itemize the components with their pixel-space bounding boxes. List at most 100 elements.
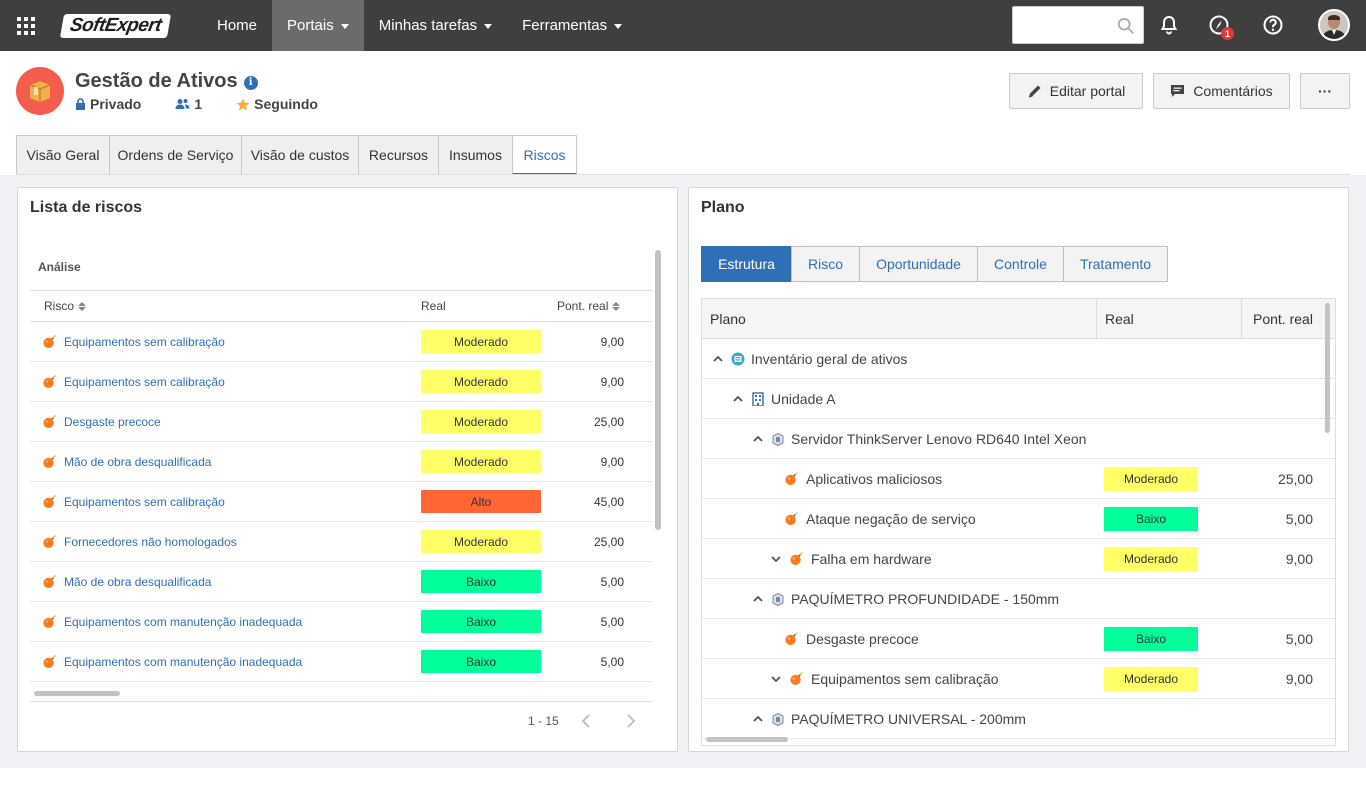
risk-list-title: Lista de riscos [30,199,143,216]
chevron-down-icon[interactable] [770,553,782,565]
nav-home[interactable]: Home [202,0,272,51]
segment-controle[interactable]: Controle [977,246,1064,282]
risk-table-row[interactable]: Equipamentos com manutenção inadequada B… [30,602,652,642]
softexpert-logo[interactable]: SoftExpert [59,12,188,40]
apps-menu-button[interactable] [0,0,52,51]
risk-table-row[interactable]: Equipamentos com manutenção inadequada B… [30,642,652,682]
plan-tree-row[interactable]: PAQUÍMETRO UNIVERSAL - 200mm [702,699,1335,739]
risk-bomb-icon [43,415,57,429]
risk-link[interactable]: Desgaste precoce [64,415,161,429]
chevron-up-icon[interactable] [752,713,764,725]
chevron-up-icon[interactable] [732,393,744,405]
plan-label-cell: Aplicativos maliciosos [784,459,942,498]
tab-label: Visão de custos [250,147,350,163]
plan-tree-row[interactable]: Servidor ThinkServer Lenovo RD640 Intel … [702,419,1335,459]
plan-row-label[interactable]: Falha em hardware [811,551,932,567]
column-plano: Plano [710,299,746,338]
following-indicator[interactable]: Seguindo [236,96,318,112]
chevron-up-icon[interactable] [752,593,764,605]
help-icon[interactable] [1260,12,1286,38]
plan-row-label[interactable]: Aplicativos maliciosos [806,471,942,487]
plan-tree-row[interactable]: Unidade A [702,379,1335,419]
risk-table-row[interactable]: Equipamentos sem calibração Moderado 9,0… [30,322,652,362]
plan-tree-row[interactable]: PAQUÍMETRO PROFUNDIDADE - 150mm [702,579,1335,619]
risk-table-row[interactable]: Desgaste precoce Moderado 25,00 [30,402,652,442]
plan-label-cell: Servidor ThinkServer Lenovo RD640 Intel … [752,419,1086,458]
next-page-icon[interactable] [625,714,637,728]
risk-level-badge: Moderado [421,450,541,473]
risk-link[interactable]: Equipamentos com manutenção inadequada [64,655,302,669]
segment-risco[interactable]: Risco [791,246,860,282]
tab-recursos[interactable]: Recursos [358,135,439,174]
plan-row-label[interactable]: Equipamentos sem calibração [811,671,999,687]
nav-portais[interactable]: Portais [272,0,364,51]
plan-tree-row[interactable]: Ataque negação de serviço Baixo 5,00 [702,499,1335,539]
segment-tratamento[interactable]: Tratamento [1063,246,1168,282]
segment-estrutura[interactable]: Estrutura [701,246,792,282]
risk-list-panel: Lista de riscos Análise Risco Real Pont.… [17,187,678,752]
plan-tree-row[interactable]: Aplicativos maliciosos Moderado 25,00 [702,459,1335,499]
column-risco[interactable]: Risco [44,291,87,321]
plan-tree-row[interactable]: Desgaste precoce Baixo 5,00 [702,619,1335,659]
plan-vscroll-thumb[interactable] [1325,303,1330,433]
plan-row-label[interactable]: PAQUÍMETRO PROFUNDIDADE - 150mm [791,591,1059,607]
risk-table-vscrollbar[interactable] [655,250,661,530]
plan-row-label[interactable]: Ataque negação de serviço [806,511,976,527]
risk-table-hscroll-thumb[interactable] [34,691,120,696]
risk-link[interactable]: Equipamentos com manutenção inadequada [64,615,302,629]
plan-row-label[interactable]: Inventário geral de ativos [751,351,907,367]
nav-minhas-tarefas[interactable]: Minhas tarefas [364,0,507,51]
chevron-up-icon[interactable] [712,353,724,365]
risk-link[interactable]: Fornecedores não homologados [64,535,237,549]
search-icon[interactable] [1117,17,1135,35]
notifications-bell-icon[interactable] [1156,12,1182,38]
tab-visao-geral[interactable]: Visão Geral [16,135,110,174]
plan-label-cell: Inventário geral de ativos [712,339,907,378]
risk-table-row[interactable]: Equipamentos sem calibração Moderado 9,0… [30,362,652,402]
risk-link[interactable]: Equipamentos sem calibração [64,375,225,389]
analysis-section-label: Análise [38,260,81,274]
comments-button[interactable]: Comentários [1153,73,1290,109]
more-options-button[interactable]: ··· [1300,73,1350,109]
risk-table-row[interactable]: Equipamentos sem calibração Alto 45,00 [30,482,652,522]
plan-vscrollbar[interactable] [1325,303,1331,433]
risk-table-row[interactable]: Mão de obra desqualificada Baixo 5,00 [30,562,652,602]
plan-tree-row[interactable]: Equipamentos sem calibração Moderado 9,0… [702,659,1335,699]
risk-table-vscroll-thumb[interactable] [655,250,661,530]
edit-portal-button[interactable]: Editar portal [1009,73,1143,109]
user-avatar[interactable] [1318,9,1350,41]
risk-link[interactable]: Equipamentos sem calibração [64,495,225,509]
risk-name-cell: Equipamentos sem calibração [42,482,225,521]
bomb-icon [785,512,799,526]
plan-level-badge: Moderado [1104,666,1198,691]
risk-table-row[interactable]: Mão de obra desqualificada Moderado 9,00 [30,442,652,482]
risk-link[interactable]: Mão de obra desqualificada [64,575,211,589]
risk-link[interactable]: Mão de obra desqualificada [64,455,211,469]
tab-riscos[interactable]: Riscos [512,135,577,175]
plan-row-label[interactable]: Unidade A [771,391,836,407]
plan-score-cell: 5,00 [1262,499,1313,538]
risk-table-row[interactable]: Fornecedores não homologados Moderado 25… [30,522,652,562]
info-icon[interactable]: i [243,76,258,90]
plan-row-label[interactable]: PAQUÍMETRO UNIVERSAL - 200mm [791,711,1026,727]
risk-link[interactable]: Equipamentos sem calibração [64,335,225,349]
chevron-down-icon[interactable] [770,673,782,685]
segment-oportunidade[interactable]: Oportunidade [859,246,978,282]
compass-alert-icon[interactable]: 1 [1206,12,1234,40]
chevron-up-icon[interactable] [752,433,764,445]
plan-hscroll-thumb[interactable] [706,737,788,742]
plan-level-badge: Moderado [1104,546,1198,571]
plan-row-label[interactable]: Desgaste precoce [806,631,919,647]
nav-ferramentas[interactable]: Ferramentas [507,0,637,51]
column-pont-real[interactable]: Pont. real [557,291,621,321]
plan-tree-row[interactable]: Falha em hardware Moderado 9,00 [702,539,1335,579]
prev-page-icon[interactable] [581,714,593,728]
search-input[interactable] [1013,7,1113,43]
tab-insumos[interactable]: Insumos [438,135,513,174]
tab-visao-de-custos[interactable]: Visão de custos [241,135,359,174]
members-indicator[interactable]: 1 [175,96,202,112]
tab-ordens-de-servico[interactable]: Ordens de Serviço [109,135,242,174]
top-navbar: SoftExpert Home Portais Minhas tarefas F… [0,0,1366,51]
plan-row-label[interactable]: Servidor ThinkServer Lenovo RD640 Intel … [791,431,1086,447]
plan-tree-row[interactable]: Inventário geral de ativos [702,339,1335,379]
